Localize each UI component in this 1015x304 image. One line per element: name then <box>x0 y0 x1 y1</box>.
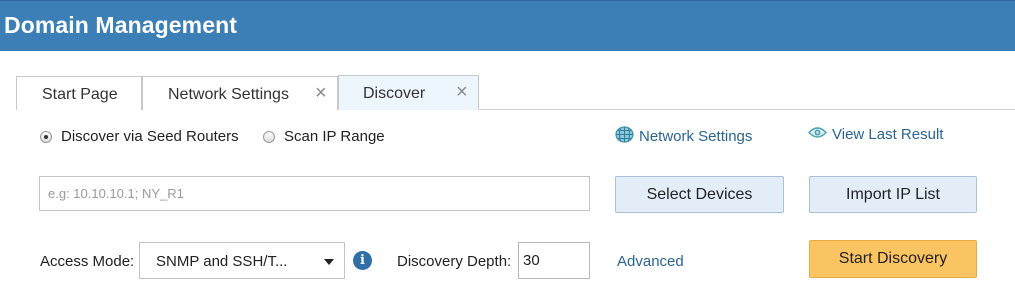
app-header: Domain Management <box>0 0 1015 51</box>
access-mode-value: SNMP and SSH/T... <box>156 253 288 270</box>
tab-network-settings[interactable]: Network Settings × <box>142 76 338 110</box>
close-icon[interactable]: × <box>315 83 327 103</box>
access-mode-select[interactable]: SNMP and SSH/T... <box>139 242 345 279</box>
view-last-result-link-label: View Last Result <box>832 126 944 143</box>
radio-label: Discover via Seed Routers <box>61 128 239 145</box>
caret-down-icon <box>324 259 334 265</box>
radio-unchecked-icon <box>263 130 275 143</box>
radio-seed-routers[interactable]: Discover via Seed Routers <box>40 128 239 145</box>
advanced-link[interactable]: Advanced <box>617 253 684 270</box>
page-title: Domain Management <box>4 12 238 38</box>
discovery-depth-input[interactable] <box>518 242 590 279</box>
discovery-depth-label: Discovery Depth: <box>397 253 512 270</box>
radio-checked-icon <box>40 130 52 143</box>
view-last-result-link[interactable]: View Last Result <box>808 126 943 143</box>
tab-label: Start Page <box>42 86 118 103</box>
radio-scan-ip-range[interactable]: Scan IP Range <box>263 128 385 145</box>
tab-start-page[interactable]: Start Page <box>16 76 142 110</box>
select-devices-button[interactable]: Select Devices <box>615 176 784 213</box>
tab-discover[interactable]: Discover × <box>338 75 479 110</box>
globe-grid-icon <box>615 126 634 147</box>
tab-label: Network Settings <box>168 86 289 103</box>
info-icon[interactable]: i <box>353 251 372 270</box>
close-icon[interactable]: × <box>456 82 468 102</box>
network-settings-link[interactable]: Network Settings <box>615 126 752 147</box>
network-settings-link-label: Network Settings <box>639 128 753 145</box>
radio-label: Scan IP Range <box>284 128 385 145</box>
start-discovery-button[interactable]: Start Discovery <box>809 240 977 278</box>
seed-input[interactable] <box>39 176 590 211</box>
tab-label: Discover <box>363 85 426 102</box>
eye-icon <box>808 126 827 143</box>
import-ip-list-button[interactable]: Import IP List <box>809 176 977 213</box>
access-mode-label: Access Mode: <box>40 253 135 270</box>
